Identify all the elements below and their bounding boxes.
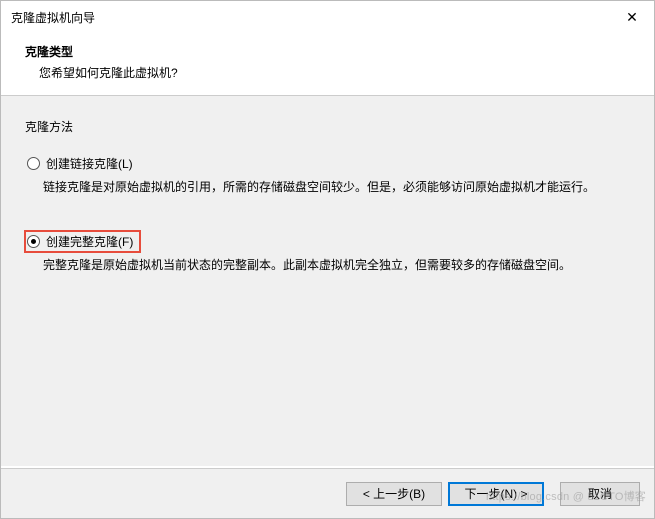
cancel-button[interactable]: 取消 (560, 482, 640, 506)
next-button[interactable]: 下一步(N) > (448, 482, 544, 506)
radio-label: 创建完整克隆(F) (46, 233, 133, 250)
clone-method-group: 创建链接克隆(L) 链接克隆是对原始虚拟机的引用，所需的存储磁盘空间较少。但是，… (25, 153, 630, 275)
radio-linked-clone[interactable]: 创建链接克隆(L) (25, 153, 137, 174)
titlebar: 克隆虚拟机向导 ✕ (1, 1, 654, 33)
section-label: 克隆方法 (25, 118, 630, 135)
page-title: 克隆类型 (25, 43, 630, 60)
radio-full-clone[interactable]: 创建完整克隆(F) (24, 230, 141, 253)
option-linked-clone: 创建链接克隆(L) 链接克隆是对原始虚拟机的引用，所需的存储磁盘空间较少。但是，… (25, 153, 630, 197)
close-icon: ✕ (626, 9, 638, 26)
radio-icon (27, 157, 40, 170)
option-description: 链接克隆是对原始虚拟机的引用，所需的存储磁盘空间较少。但是，必须能够访问原始虚拟… (25, 178, 630, 197)
wizard-footer: < 上一步(B) 下一步(N) > 取消 https://blog.csdn @… (1, 468, 654, 518)
radio-label: 创建链接克隆(L) (46, 155, 133, 172)
content-area: 克隆方法 创建链接克隆(L) 链接克隆是对原始虚拟机的引用，所需的存储磁盘空间较… (1, 96, 654, 466)
option-description: 完整克隆是原始虚拟机当前状态的完整副本。此副本虚拟机完全独立，但需要较多的存储磁… (25, 256, 630, 275)
wizard-header: 克隆类型 您希望如何克隆此虚拟机? (1, 33, 654, 96)
radio-icon (27, 235, 40, 248)
option-full-clone: 创建完整克隆(F) 完整克隆是原始虚拟机当前状态的完整副本。此副本虚拟机完全独立… (25, 230, 630, 275)
window-title: 克隆虚拟机向导 (11, 9, 95, 26)
page-subtitle: 您希望如何克隆此虚拟机? (25, 64, 630, 81)
back-button[interactable]: < 上一步(B) (346, 482, 442, 506)
close-button[interactable]: ✕ (610, 1, 654, 33)
